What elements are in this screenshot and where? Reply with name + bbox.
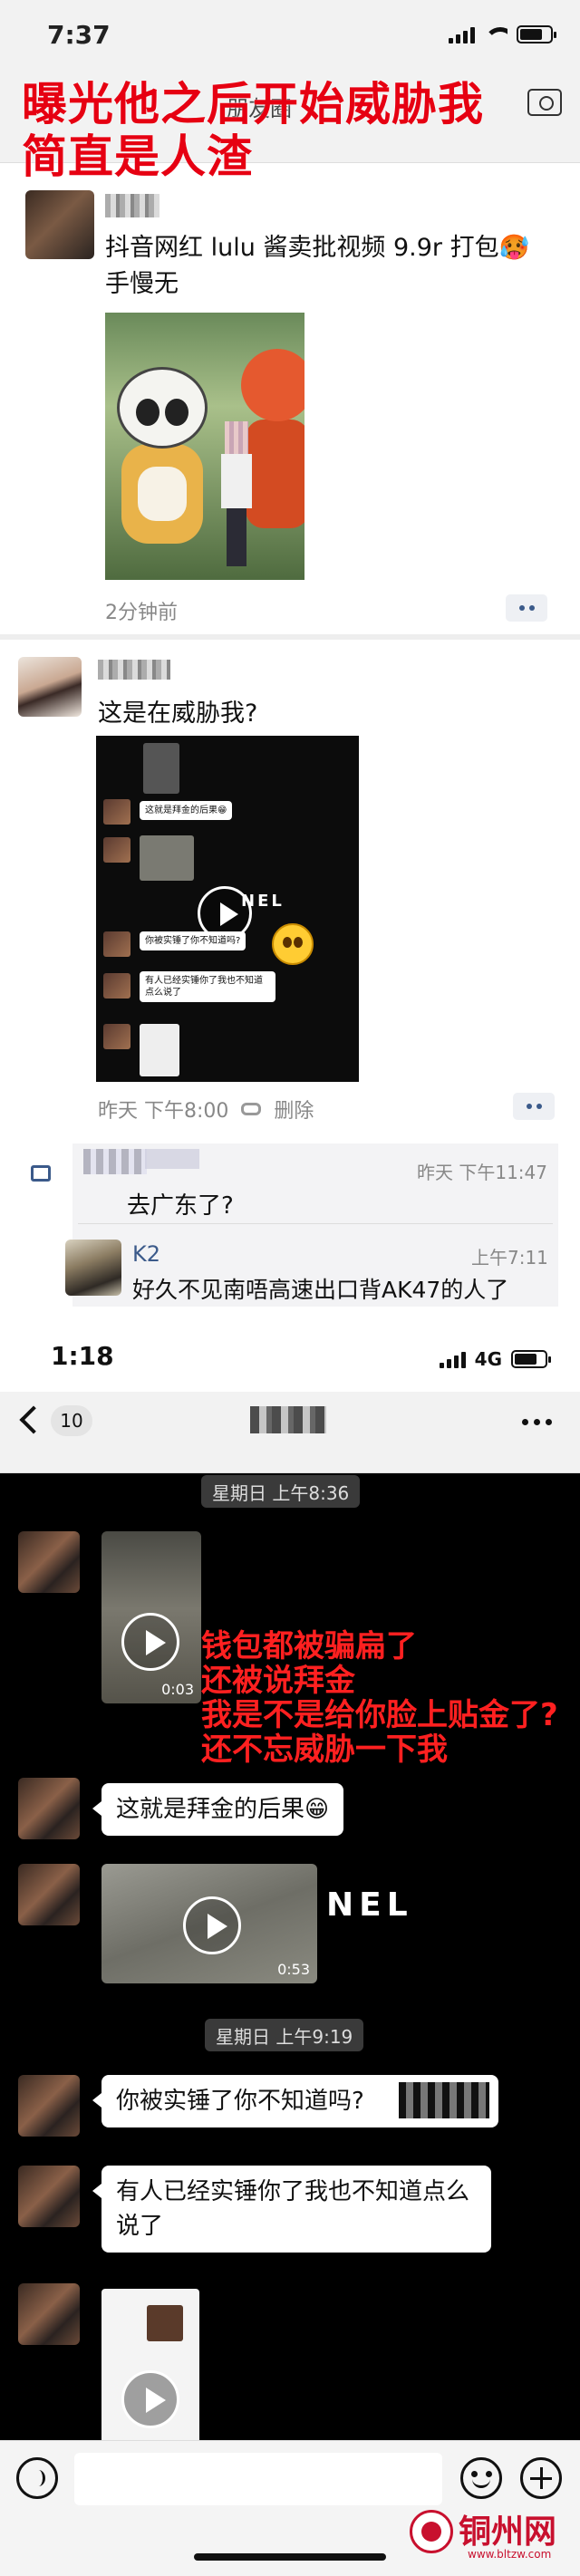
overlay-caption: 曝光他之后开始威胁我 简直是人渣 — [22, 78, 484, 183]
unread-badge[interactable]: 10 — [51, 1405, 92, 1436]
blurred-username — [105, 194, 160, 217]
blurred-username — [98, 660, 170, 680]
post-actions-button[interactable] — [513, 1093, 555, 1120]
video-message[interactable] — [102, 2289, 199, 2446]
chat-screenshot-thumbnail[interactable]: 这就是拜金的后果😁 NEL 你被实锤了你不知道吗? 有人已经实锤你了我也不知道点… — [96, 736, 359, 1082]
signal-icon — [449, 25, 475, 43]
thumb-avatar — [103, 799, 130, 825]
network-type: 4G — [474, 1348, 502, 1370]
thumb-avatar — [103, 1024, 130, 1049]
video-brand-text: NEL — [326, 1886, 413, 1924]
blurred-username — [145, 1149, 199, 1169]
signal-icon — [439, 1350, 466, 1368]
play-icon — [121, 2370, 179, 2428]
divider — [78, 1223, 553, 1224]
overlay-caption-line2: 简直是人渣 — [22, 130, 253, 183]
wifi-icon — [484, 25, 508, 43]
post-time: 昨天 下午8:00 — [98, 1100, 229, 1123]
avatar[interactable] — [18, 2166, 80, 2227]
thumb-avatar — [103, 931, 130, 957]
play-icon — [121, 1613, 179, 1671]
play-icon — [183, 1896, 241, 1954]
watermark-url: www.bltzw.com — [468, 2548, 552, 2561]
chat-message[interactable]: 这就是拜金的后果😁 — [92, 1783, 344, 1836]
thumb-video-brand: NEL — [241, 892, 285, 911]
comment-text[interactable]: 去广东了? — [127, 1187, 234, 1220]
thumb-message: 你被实锤了你不知道吗? — [140, 931, 246, 950]
comment-time: 上午7:11 — [471, 1247, 548, 1269]
overlay-line: 我是不是给你脸上贴金了? — [201, 1697, 558, 1733]
emoji-icon[interactable] — [460, 2457, 502, 2499]
overlay-line: 钱包都被骗扁了 — [201, 1628, 417, 1664]
thumb-message: 有人已经实锤你了我也不知道点么说了 — [140, 971, 276, 1002]
post-text: 这是在威胁我? — [98, 699, 258, 728]
time-separator: 星期日 上午8:36 — [201, 1475, 361, 1508]
voice-icon[interactable] — [16, 2457, 58, 2499]
blurred-contact-name — [250, 1406, 326, 1433]
video-duration: 0:53 — [277, 1961, 310, 1978]
overlay-caption-line1: 曝光他之后开始威胁我 — [22, 78, 484, 130]
avatar[interactable] — [18, 1778, 80, 1839]
battery-icon — [517, 25, 556, 43]
overlay-line: 还不忘威胁一下我 — [201, 1732, 448, 1768]
comment-time: 昨天 下午11:47 — [417, 1162, 547, 1183]
post-text: 抖音网红 lulu 酱卖批视频 9.9r 打包🥵手慢无 — [105, 234, 530, 298]
comment-icon — [31, 1165, 51, 1182]
thumb-avatar — [103, 837, 130, 863]
delete-link[interactable]: 删除 — [274, 1095, 314, 1124]
blurred-text — [399, 2082, 489, 2118]
divider — [0, 634, 580, 640]
post-photo[interactable] — [105, 313, 304, 580]
overlay-caption: 钱包都被骗扁了 还被说拜金 我是不是给你脸上贴金了? 还不忘威胁一下我 — [201, 1629, 558, 1767]
avatar[interactable] — [25, 190, 94, 259]
more-icon[interactable] — [522, 1419, 552, 1425]
thumb-avatar — [103, 973, 130, 999]
overlay-line: 还被说拜金 — [201, 1663, 355, 1699]
avatar[interactable] — [18, 2075, 80, 2137]
avatar[interactable] — [18, 657, 82, 717]
video-duration: 0:03 — [161, 1681, 194, 1698]
watermark: 铜州网 — [410, 2510, 556, 2553]
link-icon — [241, 1103, 262, 1115]
camera-icon[interactable] — [527, 89, 562, 116]
avatar[interactable] — [18, 1864, 80, 1925]
chat-message[interactable]: 有人已经实锤你了我也不知道点么说了 — [92, 2166, 491, 2253]
home-indicator[interactable] — [194, 2553, 386, 2561]
message-input[interactable] — [74, 2453, 442, 2505]
plus-icon[interactable] — [520, 2457, 562, 2499]
video-thumb-avatar — [147, 2305, 183, 2341]
panda-statue — [112, 367, 212, 548]
thumb-video — [143, 743, 179, 794]
video-message[interactable]: 0:53 — [102, 1864, 317, 1983]
post-time: 2分钟前 — [105, 602, 178, 624]
status-icons — [449, 25, 556, 43]
video-message[interactable]: 0:03 — [102, 1531, 201, 1703]
post-meta: 昨天 下午8:00 删除 — [98, 1095, 314, 1124]
comment-text[interactable]: 好久不见南唔高速出口背AK47的人了 — [132, 1272, 508, 1305]
battery-icon — [511, 1350, 551, 1368]
thumb-video — [140, 1024, 179, 1076]
avatar[interactable] — [65, 1240, 121, 1296]
avatar[interactable] — [18, 1531, 80, 1593]
thumb-video — [140, 835, 194, 881]
blurred-username — [83, 1149, 147, 1174]
time-separator: 星期日 上午9:19 — [205, 2019, 364, 2051]
watermark-logo-icon — [410, 2510, 453, 2553]
post-actions-button[interactable] — [506, 594, 547, 622]
avatar[interactable] — [18, 2283, 80, 2345]
thumb-message: 这就是拜金的后果😁 — [140, 801, 233, 820]
status-time: 7:37 — [47, 20, 111, 50]
person-blurred — [221, 421, 252, 566]
status-time: 1:18 — [51, 1341, 114, 1371]
comment-author[interactable]: K2 — [132, 1241, 160, 1267]
emoji-icon — [272, 923, 314, 965]
watermark-text: 铜州网 — [459, 2513, 557, 2551]
status-icons: 4G — [439, 1348, 551, 1370]
